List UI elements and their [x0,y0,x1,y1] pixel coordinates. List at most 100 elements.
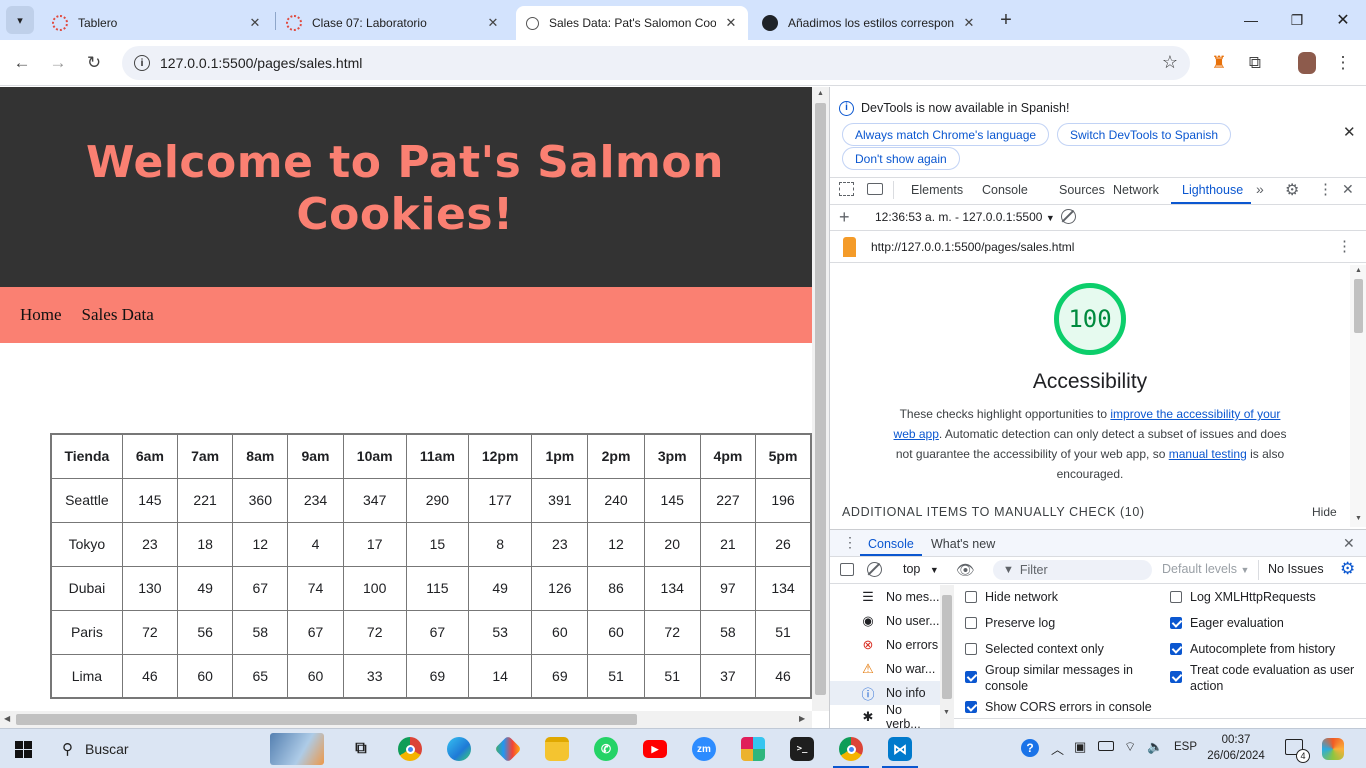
chrome-taskbar-icon[interactable] [398,737,422,761]
option-hide-network[interactable]: Hide network [965,589,1058,605]
close-window-button[interactable]: ✕ [1320,0,1366,40]
meet-now-icon[interactable]: ▣ [1074,739,1086,755]
dont-show-again-button[interactable]: Don't show again [842,147,960,170]
close-icon[interactable]: ✕ [724,15,738,31]
page-vertical-scrollbar[interactable]: ▲ [812,87,829,711]
scrollbar-thumb[interactable] [815,103,826,695]
terminal-taskbar-icon[interactable]: >_ [790,737,814,761]
close-icon[interactable]: ✕ [962,15,976,31]
address-bar[interactable]: i 127.0.0.1:5500/pages/sales.html ☆ [122,46,1190,80]
more-options-icon[interactable]: ⋮ [1318,180,1333,198]
checkbox-checked[interactable] [1170,671,1182,683]
sidebar-messages[interactable]: ☰ No mes... [830,585,940,609]
option-cors-errors[interactable]: Show CORS errors in console [965,699,1152,715]
tab-search-button[interactable]: ▾ [6,6,34,34]
restore-button[interactable]: ❐ [1274,0,1320,40]
scrollbar-thumb[interactable] [16,714,637,725]
filter-input[interactable]: ▼ Filter [993,560,1152,580]
checkbox[interactable] [965,590,977,603]
checkbox[interactable] [965,642,977,655]
input-language[interactable]: ESP [1174,741,1197,753]
console-settings-gear-icon[interactable]: ⚙ [1340,559,1355,579]
close-icon[interactable]: ✕ [486,15,500,31]
nav-home-link[interactable]: Home [20,305,62,325]
checkbox-checked[interactable] [1170,642,1182,655]
close-devtools-icon[interactable]: ✕ [1342,181,1354,198]
profile-avatar[interactable] [1292,48,1322,78]
windows-start-icon[interactable] [15,741,32,758]
manual-testing-link[interactable]: manual testing [1169,447,1247,461]
more-tabs-icon[interactable]: » [1256,181,1264,197]
scrollbar-thumb[interactable] [1354,279,1363,333]
gitkraken-taskbar-icon[interactable] [494,735,522,763]
report-scrollbar[interactable]: ▲ ▼ [1350,265,1366,527]
live-expression-eye-icon[interactable]: 👁 [956,561,975,579]
devtools-tab-network[interactable]: Network [1113,183,1159,197]
always-match-language-button[interactable]: Always match Chrome's language [842,123,1050,146]
new-report-icon[interactable]: + [839,207,850,228]
clear-reports-icon[interactable] [1061,209,1076,224]
widgets-icon[interactable] [1322,738,1344,760]
report-menu-icon[interactable]: ⋮ [1337,237,1352,255]
bookmark-star-icon[interactable]: ☆ [1162,52,1178,73]
checkbox[interactable] [965,616,977,629]
extensions-puzzle-icon[interactable]: ⧉ [1240,48,1270,78]
option-treat-code-evaluation[interactable]: Treat code evaluation as user action [1170,662,1360,694]
sidebar-toggle-icon[interactable] [840,563,854,576]
forward-button[interactable]: → [43,48,73,78]
help-icon[interactable]: ? [1021,739,1039,757]
option-selected-context[interactable]: Selected context only [965,641,1104,657]
edge-taskbar-icon[interactable] [447,737,471,761]
drawer-tab-console[interactable]: Console [868,537,914,551]
option-log-xhr[interactable]: Log XMLHttpRequests [1170,589,1316,605]
log-levels-dropdown[interactable]: Default levels ▼ [1162,562,1249,576]
checkbox-checked[interactable] [1170,616,1182,629]
option-autocomplete[interactable]: Autocomplete from history [1170,641,1335,657]
scrollbar-thumb[interactable] [942,595,952,699]
tab-sales-data[interactable]: Sales Data: Pat's Salomon Cook ✕ [516,6,748,40]
nav-sales-link[interactable]: Sales Data [82,305,154,325]
close-drawer-icon[interactable]: ✕ [1343,535,1355,552]
drawer-tab-whatsnew[interactable]: What's new [931,537,995,551]
volume-icon[interactable]: 🔈 [1147,739,1163,755]
checkbox[interactable] [1170,590,1182,603]
context-selector[interactable]: top ▼ [903,562,939,576]
back-button[interactable]: ← [7,48,37,78]
page-horizontal-scrollbar[interactable]: ◀ ▶ [0,711,812,728]
reload-button[interactable]: ↻ [79,48,109,78]
checkbox-checked[interactable] [965,700,977,713]
sidebar-user-messages[interactable]: ◉ No user... [830,609,940,633]
report-selector[interactable]: 12:36:53 a. m. - 127.0.0.1:5500 ▼ [875,210,1055,224]
devtools-tab-console[interactable]: Console [982,183,1028,197]
tab-tablero[interactable]: Tablero ✕ [42,6,272,40]
issues-counter[interactable]: No Issues [1268,562,1324,576]
zoom-taskbar-icon[interactable]: zm [692,737,716,761]
switch-to-spanish-button[interactable]: Switch DevTools to Spanish [1057,123,1232,146]
devtools-tab-sources[interactable]: Sources [1059,183,1105,197]
option-preserve-log[interactable]: Preserve log [965,615,1055,631]
option-group-similar[interactable]: Group similar messages in console [965,662,1155,694]
close-icon[interactable]: ✕ [248,15,262,31]
clock[interactable]: 00:37 26/06/2024 [1201,732,1271,764]
devtools-tab-elements[interactable]: Elements [911,183,963,197]
new-tab-button[interactable]: + [994,8,1018,32]
vscode-taskbar-icon[interactable]: ⋈ [888,737,912,761]
wifi-icon[interactable]: ⌔ [1124,739,1136,755]
sidebar-scrollbar[interactable]: ▼ [940,585,954,728]
whatsapp-taskbar-icon[interactable]: ✆ [594,737,618,761]
youtube-taskbar-icon[interactable]: ▶ [643,740,667,758]
sidebar-info[interactable]: ⓘ No info [830,681,940,705]
sidebar-verbose[interactable]: ✱ No verb... [830,703,940,728]
battery-icon[interactable] [1098,741,1114,751]
settings-gear-icon[interactable]: ⚙ [1285,180,1299,200]
extension-icon[interactable]: ♜ [1204,48,1234,78]
hide-toggle[interactable]: Hide [1312,505,1337,519]
site-info-icon[interactable]: i [134,55,150,71]
drawer-menu-icon[interactable]: ⋮ [843,534,857,551]
manual-check-heading[interactable]: ADDITIONAL ITEMS TO MANUALLY CHECK (10) [842,505,1145,519]
tab-clase-07[interactable]: Clase 07: Laboratorio ✕ [276,6,510,40]
chrome-active-taskbar-icon[interactable] [839,737,863,761]
menu-dots-icon[interactable]: ⋮ [1328,48,1358,78]
device-toolbar-icon[interactable] [867,183,883,195]
devtools-tab-lighthouse[interactable]: Lighthouse [1182,183,1243,197]
